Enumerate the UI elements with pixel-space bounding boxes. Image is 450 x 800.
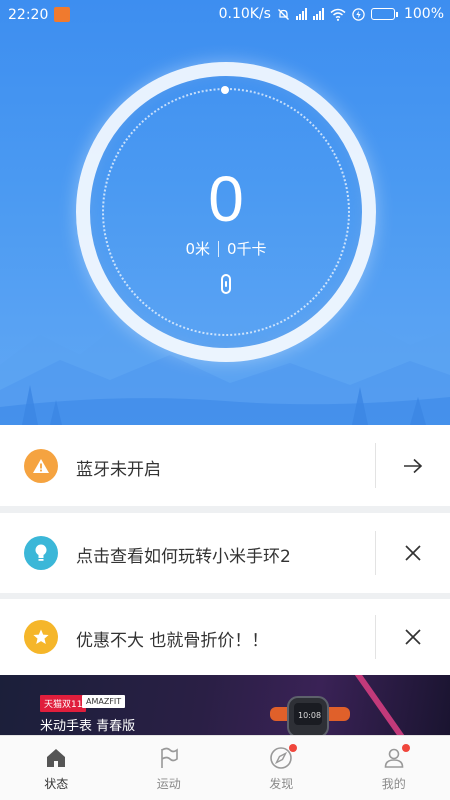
hero-panel: 22:20 0.10K/s 100% 0 0米 0千卡 bbox=[0, 0, 450, 425]
status-right-cluster: 0.10K/s 100% bbox=[219, 6, 444, 22]
flag-icon bbox=[155, 744, 183, 772]
calories-value: 0千卡 bbox=[227, 240, 267, 258]
nav-item-profile[interactable]: 我的 bbox=[338, 736, 450, 800]
band-icon bbox=[221, 274, 231, 294]
app-notification-icon bbox=[54, 7, 70, 22]
nav-label: 我的 bbox=[381, 777, 406, 791]
signal-icon-2 bbox=[312, 8, 324, 20]
promo-card-text: 优惠不大 也就骨折价！！ bbox=[76, 631, 269, 651]
nav-label: 运动 bbox=[156, 777, 181, 791]
card-divider bbox=[375, 443, 376, 488]
mute-icon bbox=[278, 8, 289, 20]
tutorial-card[interactable]: 点击查看如何玩转小米手环2 bbox=[0, 513, 450, 593]
nav-item-workout[interactable]: 运动 bbox=[113, 736, 226, 800]
ad-brand-tag: AMAZFIT bbox=[82, 695, 126, 708]
battery-percent: 100% bbox=[403, 6, 444, 22]
promo-card[interactable]: 优惠不大 也就骨折价！！ bbox=[0, 599, 450, 675]
close-icon[interactable] bbox=[396, 620, 430, 654]
signal-icon bbox=[295, 8, 307, 20]
home-icon bbox=[42, 744, 70, 772]
status-bar: 22:20 0.10K/s 100% bbox=[0, 0, 450, 30]
bluetooth-card-text: 蓝牙未开启 bbox=[76, 460, 161, 480]
compass-icon bbox=[267, 744, 298, 772]
ad-decor-stripe bbox=[354, 675, 412, 735]
nav-label: 状态 bbox=[44, 777, 69, 791]
nav-item-discover[interactable]: 发现 bbox=[225, 736, 338, 800]
sub-stats: 0米 0千卡 bbox=[76, 238, 376, 259]
warning-icon bbox=[24, 449, 58, 483]
profile-badge bbox=[401, 744, 410, 752]
status-time: 22:20 bbox=[8, 7, 49, 23]
battery-icon bbox=[370, 8, 398, 20]
nav-label: 发现 bbox=[269, 777, 294, 791]
bluetooth-card[interactable]: 蓝牙未开启 bbox=[0, 425, 450, 506]
watch-image: 10:08 bbox=[270, 696, 350, 735]
ring-progress-marker bbox=[221, 86, 229, 94]
sub-stats-divider bbox=[218, 240, 219, 257]
ad-banner[interactable]: 天猫双11 AMAZFIT 米动手表 青春版 10:08 bbox=[0, 675, 450, 735]
profile-icon bbox=[380, 744, 410, 772]
svg-text:10:08: 10:08 bbox=[298, 711, 321, 720]
steps-count: 0 bbox=[208, 163, 244, 235]
card-divider bbox=[375, 531, 376, 575]
lightbulb-icon bbox=[24, 536, 58, 570]
bottom-nav: 状态 运动 发现 我的 bbox=[0, 735, 450, 800]
ad-title: 米动手表 青春版 bbox=[40, 719, 136, 734]
card-divider bbox=[375, 615, 376, 659]
close-icon[interactable] bbox=[396, 536, 430, 570]
star-icon bbox=[24, 620, 58, 654]
ad-store-tag: 天猫双11 bbox=[40, 695, 87, 712]
activity-ring[interactable]: 0 0米 0千卡 bbox=[76, 62, 376, 362]
wifi-icon bbox=[330, 8, 346, 21]
tutorial-card-text: 点击查看如何玩转小米手环2 bbox=[76, 547, 291, 567]
arrow-right-icon[interactable] bbox=[396, 449, 430, 483]
nav-item-status[interactable]: 状态 bbox=[0, 736, 113, 800]
network-speed: 0.10K/s bbox=[218, 6, 271, 22]
distance-value: 0米 bbox=[185, 240, 210, 258]
discover-badge bbox=[289, 744, 298, 752]
charging-icon bbox=[352, 7, 365, 21]
